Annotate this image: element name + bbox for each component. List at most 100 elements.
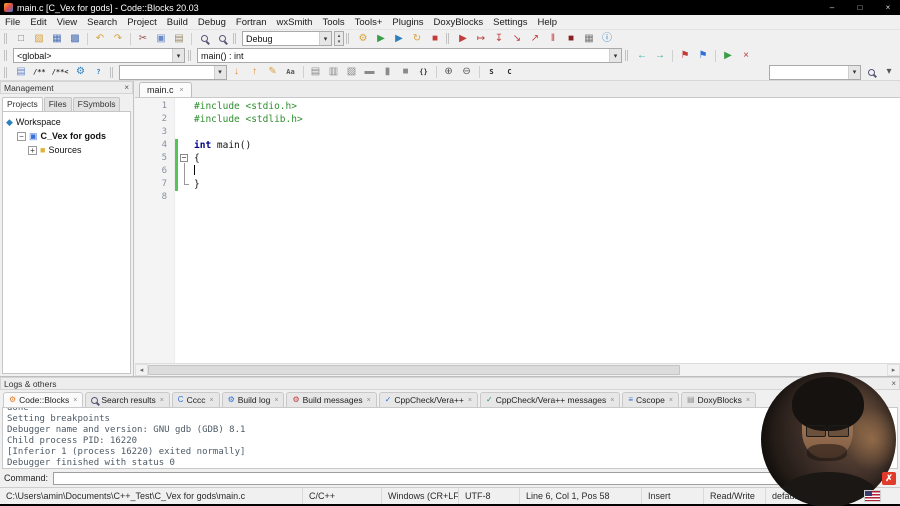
replace-icon[interactable] (214, 31, 230, 46)
symbols-browser-icon[interactable]: C (502, 65, 518, 80)
log-tab-cscope[interactable]: ≡ Cscope × (622, 392, 679, 407)
run-script-icon[interactable]: ▶ (720, 48, 736, 63)
highlight-matches-icon[interactable]: ✎ (265, 65, 281, 80)
find-icon[interactable] (196, 31, 212, 46)
expand-icon[interactable]: + (28, 145, 37, 155)
rebuild-icon[interactable]: ↻ (409, 31, 425, 46)
close-button[interactable]: × (876, 0, 900, 15)
close-management-icon[interactable]: × (124, 83, 129, 92)
incremental-search-input[interactable]: ▾ (118, 64, 227, 80)
bookmark-prev-icon[interactable]: ⚑ (677, 48, 693, 63)
management-tab-fsymbols[interactable]: FSymbols (72, 97, 121, 111)
scroll-left-icon[interactable]: ◂ (135, 364, 148, 376)
debug-info-icon[interactable]: ⓘ (599, 31, 615, 46)
search-prev-icon[interactable]: ↑ (247, 65, 263, 80)
match-case-icon[interactable]: Aa (283, 65, 299, 80)
jump-forward-icon[interactable]: → (652, 48, 668, 63)
management-tab-files[interactable]: Files (43, 97, 72, 111)
menu-item-wxsmith[interactable]: wxSmith (272, 17, 318, 28)
copy-icon[interactable]: ▣ (153, 31, 169, 46)
fold-margin[interactable] (178, 191, 190, 204)
menu-item-fortran[interactable]: Fortran (231, 17, 272, 28)
menu-item-toolsplus[interactable]: Tools+ (350, 17, 388, 28)
editor-line[interactable]: 5 −{ (135, 152, 900, 165)
function-select[interactable]: main() : int ▾ (197, 48, 622, 63)
close-tab-icon[interactable]: × (209, 397, 213, 404)
fold-all-icon[interactable]: {} (416, 65, 432, 80)
collapse-icon[interactable]: − (17, 131, 26, 141)
menu-item-debug[interactable]: Debug (193, 17, 231, 28)
management-tab-projects[interactable]: Projects (2, 97, 43, 111)
editor-line[interactable]: 1 #include <stdio.h> (135, 100, 900, 113)
log-tab-search-results[interactable]: Search results × (85, 392, 170, 407)
editor-line[interactable]: 7} (135, 178, 900, 191)
log-tab-cppcheck-veraplusplus[interactable]: ✓ CppCheck/Vera++ × (378, 392, 478, 407)
tree-item-sources[interactable]: + ■ Sources (3, 143, 130, 157)
fold-collapse-icon[interactable]: − (180, 154, 188, 162)
close-tab-icon[interactable]: × (160, 397, 164, 404)
editor-tab-main-c[interactable]: main.c × (139, 82, 192, 97)
close-tab-icon[interactable]: × (367, 397, 371, 404)
menu-item-plugins[interactable]: Plugins (387, 17, 428, 28)
build-target-select[interactable]: Debug ▾ (242, 31, 332, 46)
close-tab-icon[interactable]: × (468, 397, 472, 404)
new-file-icon[interactable]: □ (13, 31, 29, 46)
zoom-out-icon[interactable]: ⊖ (459, 65, 475, 80)
stop-debugger-icon[interactable]: ■ (563, 31, 579, 46)
editor-line[interactable]: 6 (135, 165, 900, 178)
open-file-icon[interactable]: ▨ (31, 31, 47, 46)
code-text[interactable]: #include <stdlib.h> (190, 113, 303, 126)
view-eol-icon[interactable]: ▥ (326, 65, 342, 80)
menu-item-file[interactable]: File (0, 17, 25, 28)
split-horizontal-icon[interactable]: ▬ (362, 65, 378, 80)
fold-margin[interactable] (178, 126, 190, 139)
menu-item-help[interactable]: Help (533, 17, 563, 28)
horizontal-scrollbar[interactable]: ◂ ▸ (135, 363, 900, 376)
search-input[interactable]: ▾ (769, 64, 861, 80)
jump-back-icon[interactable]: ← (634, 48, 650, 63)
code-text[interactable] (190, 126, 194, 139)
log-tab-build-log[interactable]: ⚙ Build log × (221, 392, 285, 407)
view-whitespace-icon[interactable]: ▤ (308, 65, 324, 80)
editor-line[interactable]: 2 #include <stdlib.h> (135, 113, 900, 126)
code-text[interactable]: #include <stdio.h> (190, 100, 297, 113)
abbreviations-icon[interactable]: ▤ (13, 65, 29, 80)
save-all-icon[interactable]: ▩ (67, 31, 83, 46)
scroll-right-icon[interactable]: ▸ (887, 364, 900, 376)
menu-item-view[interactable]: View (52, 17, 82, 28)
scrollbar-track[interactable] (148, 364, 887, 376)
menu-item-build[interactable]: Build (162, 17, 193, 28)
recorder-close-button[interactable]: ✗ (882, 471, 896, 485)
minimize-button[interactable]: – (820, 0, 844, 15)
log-tab-cppcheck-veraplusplus-messages[interactable]: ✓ CppCheck/Vera++ messages × (479, 392, 621, 407)
search-go-icon[interactable] (863, 65, 879, 80)
fold-margin[interactable] (178, 178, 190, 191)
build-target-spinner[interactable]: ▴ ▾ (334, 31, 344, 46)
fold-margin[interactable] (178, 100, 190, 113)
abort-build-icon[interactable]: ■ (427, 31, 443, 46)
run-icon[interactable]: ▶ (373, 31, 389, 46)
code-text[interactable] (190, 165, 195, 178)
maximize-button[interactable]: □ (848, 0, 872, 15)
code-text[interactable] (190, 191, 194, 204)
split-vertical-icon[interactable]: ▮ (380, 65, 396, 80)
step-into-icon[interactable]: ↘ (509, 31, 525, 46)
doxy-line-comment-icon[interactable]: /**< (50, 65, 71, 80)
clear-jumps-icon[interactable]: × (738, 48, 754, 63)
code-text[interactable]: { (190, 152, 200, 165)
log-tab-code-blocks[interactable]: ⚙ Code::Blocks × (3, 392, 84, 407)
log-tab-cccc[interactable]: C Cccc × (171, 392, 220, 407)
fold-margin[interactable] (178, 165, 190, 178)
fullscreen-icon[interactable]: ■ (398, 65, 414, 80)
menu-item-search[interactable]: Search (82, 17, 122, 28)
bookmark-next-icon[interactable]: ⚑ (695, 48, 711, 63)
fold-margin[interactable] (178, 139, 190, 152)
code-editor[interactable]: 1 #include <stdio.h> 2 #include <stdlib.h> 3… (135, 98, 900, 363)
code-text[interactable]: } (190, 178, 200, 191)
scope-select[interactable]: <global> ▾ (13, 48, 185, 63)
close-tab-icon[interactable]: × (180, 87, 184, 94)
log-tab-build-messages[interactable]: ⚙ Build messages × (286, 392, 377, 407)
menu-item-doxyblocks[interactable]: DoxyBlocks (429, 17, 489, 28)
tree-item-c-vex-for-gods[interactable]: − ▣ C_Vex for gods (3, 129, 130, 143)
close-tab-icon[interactable]: × (73, 397, 77, 404)
